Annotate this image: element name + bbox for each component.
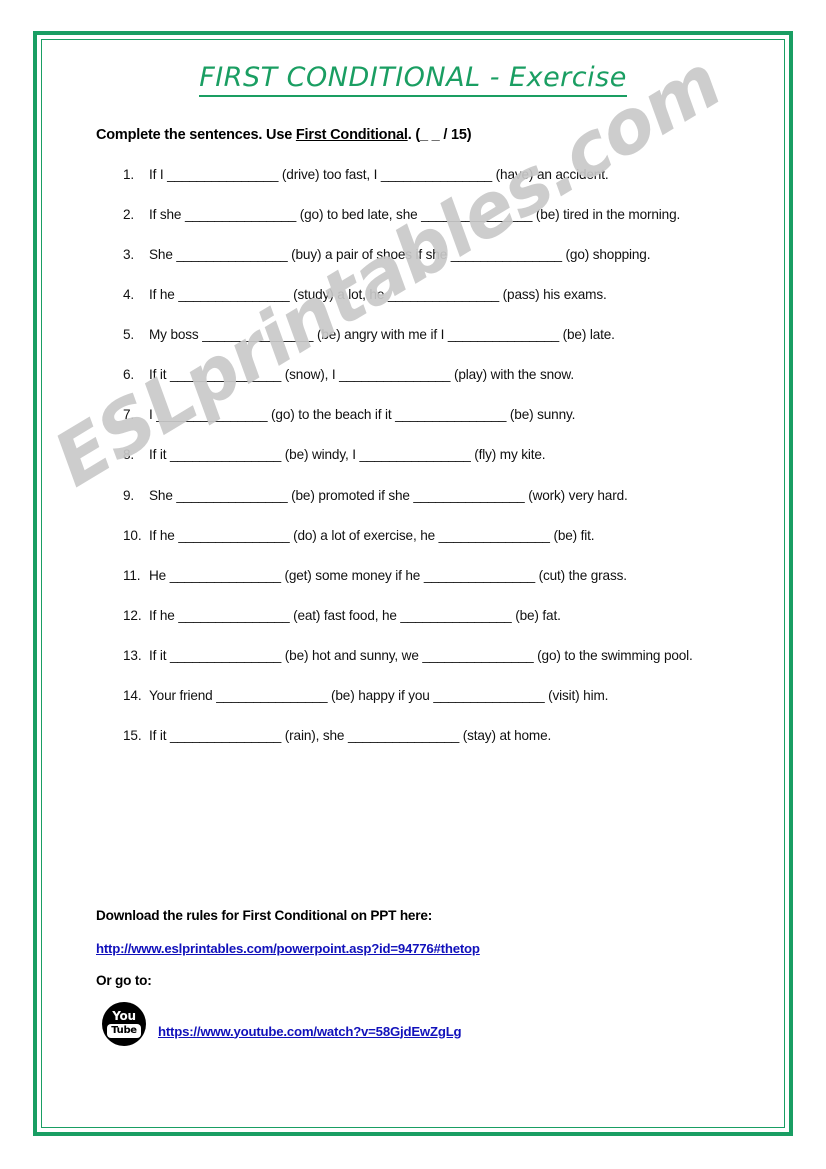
exercise-sentence: She _______________ (be) promoted if she… [149,487,628,503]
exercise-number: 5. [123,327,135,343]
exercise-item: 10. If he _______________ (do) a lot of e… [123,525,731,546]
exercise-number: 10. [123,527,142,543]
worksheet-content: FIRST CONDITIONAL - Exercise Complete th… [0,0,826,1169]
exercise-item: 9. She _______________ (be) promoted if s… [123,485,731,506]
exercise-number: 1. [123,167,135,182]
exercise-item: 5. My boss _______________ (be) angry wit… [123,324,731,345]
exercise-sentence: I _______________ (go) to the beach if i… [149,407,576,423]
exercise-number: 2. [123,207,135,223]
exercise-item: 3. She _______________ (buy) a pair of sh… [123,244,731,265]
exercise-number: 12. [123,607,142,623]
instructions: Complete the sentences. Use First Condit… [96,127,472,143]
exercise-sentence: If it _______________ (snow), I ________… [149,367,574,383]
exercise-sentence: If I _______________ (drive) too fast, I… [149,167,609,182]
exercise-number: 4. [123,287,135,303]
exercise-item: 4. If he _______________ (study) a lot, h… [123,284,731,305]
exercise-sentence: If he _______________ (eat) fast food, h… [149,607,561,623]
exercise-number: 7. [123,407,135,423]
instruction-emphasis: First Conditional [295,127,408,143]
exercise-number: 9. [123,487,135,503]
exercise-sentence: He _______________ (get) some money if h… [149,567,627,583]
youtube-row: You Tube https://www.youtube.com/watch?v… [96,1002,736,1046]
instruction-after: . (_ _ / 15) [407,127,472,143]
exercise-number: 6. [123,367,135,383]
exercise-item: 6. If it _______________ (snow), I ______… [123,364,731,385]
or-go-to-label: Or go to: [96,973,152,988]
exercise-sentence: She _______________ (buy) a pair of shoe… [149,247,651,263]
exercise-number: 11. [123,567,141,583]
instruction-before: Complete the sentences. Use [96,127,296,143]
exercise-sentence: My boss _______________ (be) angry with … [149,327,615,343]
page-title: FIRST CONDITIONAL - Exercise [0,62,826,97]
exercise-item: 14. Your friend _______________ (be) happ… [123,685,731,706]
exercise-sentence: If he _______________ (study) a lot, he … [149,287,607,303]
exercise-sentence: Your friend _______________ (be) happy i… [149,687,609,703]
youtube-icon: You Tube [102,1002,146,1046]
exercise-item: 13. If it _______________ (be) hot and su… [123,645,731,666]
exercise-item: 12. If he _______________ (eat) fast food… [123,605,731,626]
exercise-item: 11. He _______________ (get) some money i… [123,565,731,586]
exercise-item: 1. If I _______________ (drive) too fast,… [123,164,731,185]
exercise-number: 8. [123,447,135,463]
exercise-sentence: If it _______________ (be) hot and sunny… [149,647,693,663]
exercise-sentence: If it _______________ (be) windy, I ____… [149,447,546,463]
footer-heading: Download the rules for First Conditional… [96,908,433,923]
exercise-item: 8. If it _______________ (be) windy, I __… [123,444,731,465]
youtube-icon-bottom-text: Tube [107,1023,141,1039]
exercise-number: 3. [123,247,135,263]
footer-resources: Download the rules for First Conditional… [96,908,736,1046]
youtube-icon-top-text: You [112,1008,136,1023]
exercise-number: 14. [123,687,142,703]
exercise-sentence: If it _______________ (rain), she ______… [149,727,552,743]
exercise-sentence: If she _______________ (go) to bed late,… [149,207,681,223]
exercise-number: 13. [123,647,142,663]
page-title-text: FIRST CONDITIONAL - Exercise [199,62,627,97]
exercise-item: 15. If it _______________ (rain), she ___… [123,725,731,746]
exercise-sentence: If he _______________ (do) a lot of exer… [149,527,595,543]
exercise-item: 7. I _______________ (go) to the beach if… [123,404,731,425]
exercise-number: 15. [123,727,142,743]
exercise-list: 1. If I _______________ (drive) too fast,… [123,164,731,765]
exercise-item: 2. If she _______________ (go) to bed lat… [123,204,731,225]
youtube-video-link[interactable]: https://www.youtube.com/watch?v=58GjdEwZ… [158,1024,462,1039]
ppt-download-link[interactable]: http://www.eslprintables.com/powerpoint.… [96,941,480,956]
